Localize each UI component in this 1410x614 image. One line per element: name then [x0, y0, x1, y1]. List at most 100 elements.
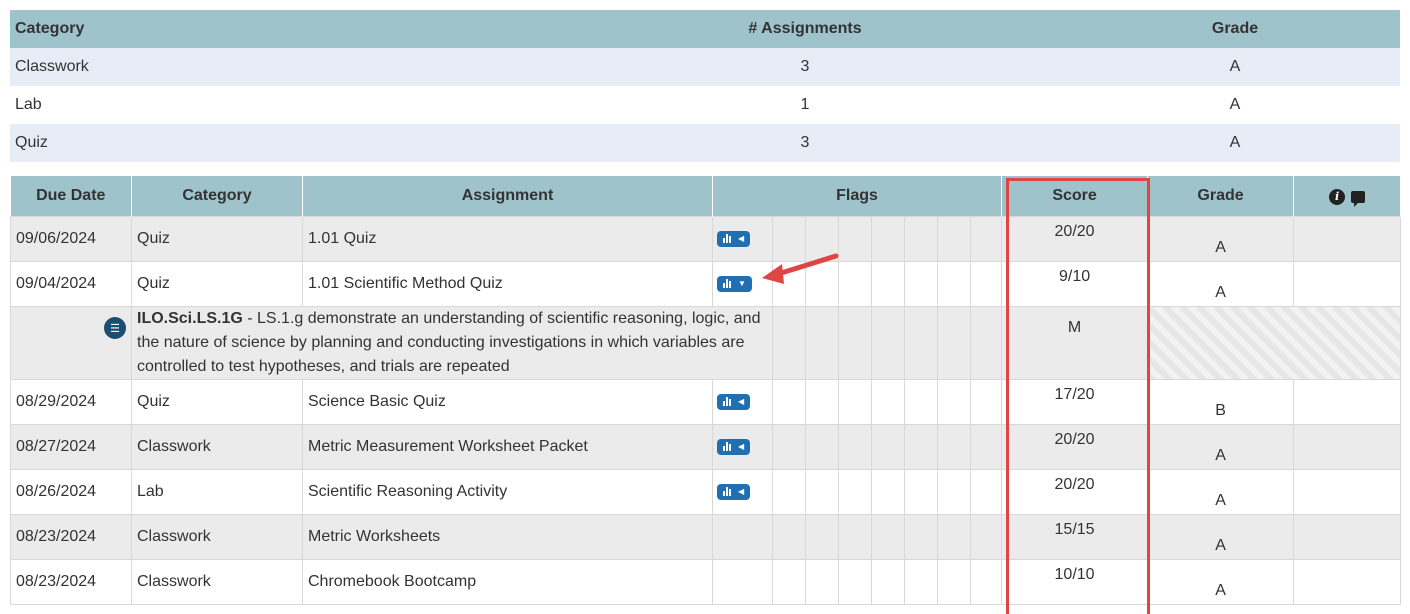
chevron-left-icon: ◀ [738, 396, 745, 406]
assignment-grade: A [1147, 424, 1295, 470]
comment-cell [1293, 379, 1402, 425]
summary-count: 3 [540, 124, 1070, 162]
table-row[interactable]: 08/23/2024 Classwork Chromebook Bootcamp… [10, 559, 1402, 605]
flag-slot [838, 469, 872, 515]
flag-slot [838, 514, 872, 560]
summary-header-category[interactable]: Category [10, 10, 540, 48]
summary-row: Classwork 3 A [10, 48, 1400, 86]
summary-grade: A [1070, 48, 1400, 86]
flag-slot [838, 559, 872, 605]
standards-toggle-button[interactable]: ◀ [717, 483, 751, 500]
flag-cell: ◀ [712, 424, 773, 470]
summary-row: Quiz 3 A [10, 124, 1400, 162]
flag-slot [805, 306, 839, 380]
header-assignment[interactable]: Assignment [302, 176, 713, 217]
assignment-grade: A [1147, 514, 1295, 560]
flag-slot [805, 514, 839, 560]
table-row[interactable]: 08/23/2024 Classwork Metric Worksheets 1… [10, 514, 1402, 560]
flag-slot [805, 469, 839, 515]
standard-icon-cell: ☰ [10, 306, 132, 380]
assignment-category: Quiz [131, 216, 303, 262]
category-summary-table: Category # Assignments Grade Classwork 3… [10, 10, 1400, 162]
assignment-name[interactable]: 1.01 Scientific Method Quiz [302, 261, 713, 307]
assignment-category: Quiz [131, 261, 303, 307]
summary-count: 3 [540, 48, 1070, 86]
flag-slot [904, 216, 938, 262]
assignment-name[interactable]: Chromebook Bootcamp [302, 559, 713, 605]
flag-slot [772, 424, 806, 470]
flag-slot [838, 306, 872, 380]
assignment-name[interactable]: Scientific Reasoning Activity [302, 469, 713, 515]
standards-toggle-button[interactable]: ◀ [717, 438, 751, 455]
table-row[interactable]: 08/26/2024 Lab Scientific Reasoning Acti… [10, 469, 1402, 515]
flag-slot [937, 261, 971, 307]
flag-slot [871, 379, 905, 425]
standards-toggle-button[interactable]: ▼ [717, 275, 752, 292]
flag-cell: ◀ [712, 469, 773, 515]
flag-slot [969, 559, 1003, 605]
summary-header-count[interactable]: # Assignments [540, 10, 1070, 48]
flag-slot [805, 559, 839, 605]
flag-cell [712, 514, 773, 560]
comment-cell [1293, 559, 1402, 605]
assignment-grade: A [1147, 261, 1295, 307]
comment-icon[interactable] [1351, 190, 1366, 207]
assignment-category: Classwork [131, 514, 303, 560]
assignment-score: 10/10 [1001, 559, 1149, 605]
flag-slot [937, 424, 971, 470]
bar-chart-icon [723, 279, 732, 288]
header-score[interactable]: Score [1001, 176, 1149, 217]
due-date: 09/06/2024 [10, 216, 132, 262]
table-row[interactable]: 09/06/2024 Quiz 1.01 Quiz ◀ 20/20 A [10, 216, 1402, 262]
flag-slot [969, 306, 1003, 380]
assignment-name[interactable]: Metric Measurement Worksheet Packet [302, 424, 713, 470]
flag-slot [838, 424, 872, 470]
flag-slot [871, 424, 905, 470]
flag-cell: ◀ [712, 379, 773, 425]
standards-toggle-button[interactable]: ◀ [717, 230, 751, 247]
assignment-score: 20/20 [1001, 469, 1149, 515]
standard-code: ILO.Sci.LS.1G [137, 310, 243, 327]
table-row[interactable]: 08/27/2024 Classwork Metric Measurement … [10, 424, 1402, 470]
summary-category: Classwork [10, 48, 540, 86]
info-icon[interactable]: i [1329, 188, 1346, 205]
table-row[interactable]: 09/04/2024 Quiz 1.01 Scientific Method Q… [10, 261, 1402, 307]
comment-cell [1293, 514, 1402, 560]
assignment-name[interactable]: 1.01 Quiz [302, 216, 713, 262]
assignment-name[interactable]: Science Basic Quiz [302, 379, 713, 425]
assignment-grade: A [1147, 469, 1295, 515]
flag-slot [871, 469, 905, 515]
flag-slot [969, 514, 1003, 560]
header-due-date[interactable]: Due Date [10, 176, 132, 217]
bar-chart-icon [723, 234, 732, 243]
flag-slot [871, 261, 905, 307]
summary-header-row: Category # Assignments Grade [10, 10, 1400, 48]
flag-slot [904, 559, 938, 605]
flag-slot [805, 379, 839, 425]
flag-slot [904, 379, 938, 425]
table-row[interactable]: 08/29/2024 Quiz Science Basic Quiz ◀ 17/… [10, 379, 1402, 425]
header-grade[interactable]: Grade [1147, 176, 1295, 217]
assignment-grade: A [1147, 216, 1295, 262]
standard-chart-icon: ☰ [104, 317, 126, 339]
header-category[interactable]: Category [131, 176, 303, 217]
due-date: 08/23/2024 [10, 514, 132, 560]
flag-slot [772, 306, 806, 380]
chevron-left-icon: ◀ [738, 441, 745, 451]
chevron-left-icon: ◀ [738, 486, 745, 496]
flag-slot [904, 306, 938, 380]
standard-row: ☰ ILO.Sci.LS.1G - LS.1.g demonstrate an u… [10, 306, 1402, 380]
chevron-left-icon: ◀ [738, 233, 745, 243]
hatched-cell [1147, 306, 1402, 380]
assignment-category: Classwork [131, 559, 303, 605]
standards-toggle-button[interactable]: ◀ [717, 393, 751, 410]
assignments-table: Due Date Category Assignment Flags Score… [10, 176, 1402, 605]
header-flags: Flags [712, 176, 1003, 217]
flag-slot [937, 469, 971, 515]
summary-row: Lab 1 A [10, 86, 1400, 124]
summary-header-grade[interactable]: Grade [1070, 10, 1400, 48]
bar-chart-icon [723, 442, 732, 451]
assignment-name[interactable]: Metric Worksheets [302, 514, 713, 560]
grades-view: Category # Assignments Grade Classwork 3… [10, 10, 1402, 605]
header-icons: i [1293, 176, 1402, 217]
